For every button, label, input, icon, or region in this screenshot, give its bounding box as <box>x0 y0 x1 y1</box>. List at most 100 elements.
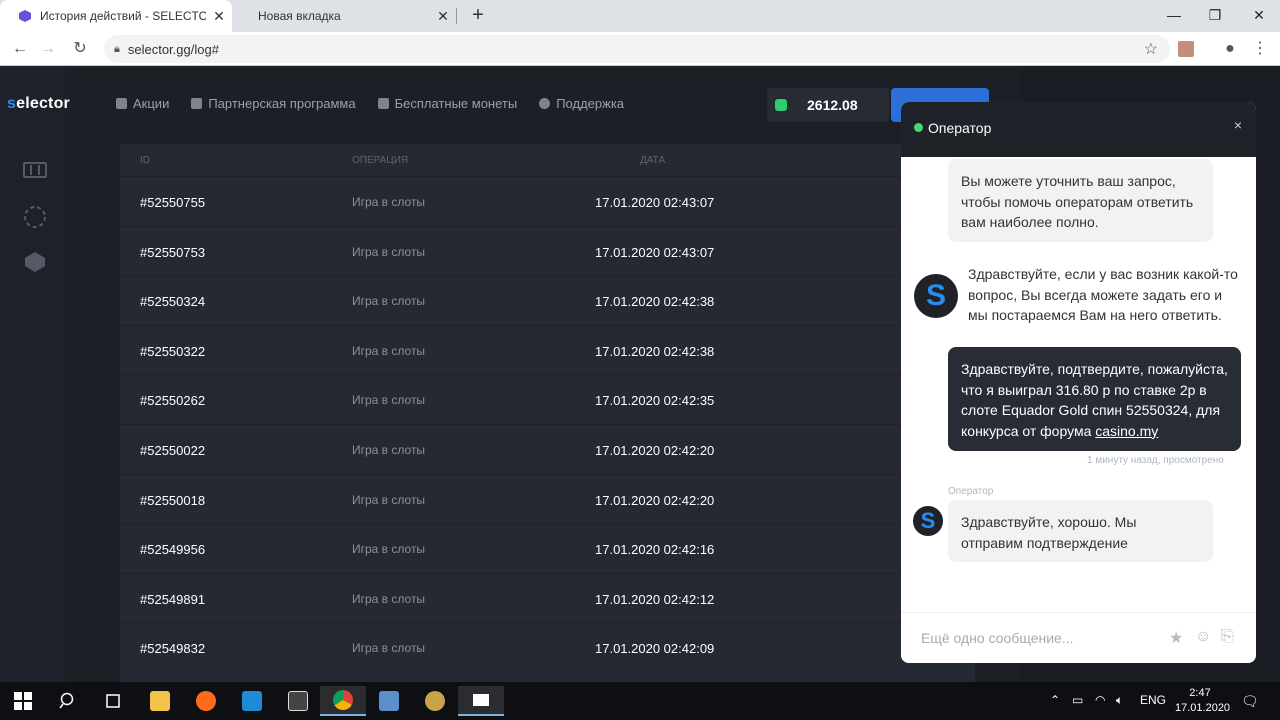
browser-toolbar: ← → ↻ 🔒︎ selector.gg/log# ☆ ● ⋮ <box>0 32 1280 66</box>
tab-divider <box>456 8 457 24</box>
menu-kebab-icon[interactable]: ⋮ <box>1250 39 1270 59</box>
maximize-icon[interactable]: ❐ <box>1192 0 1238 32</box>
tab-new[interactable]: Новая вкладка ✕ <box>232 0 456 32</box>
table-row[interactable]: #52549891 Игра в слоты 17.01.2020 02:42:12 <box>120 572 975 623</box>
bookmark-star-icon[interactable]: ☆ <box>1144 39 1158 59</box>
chat-header: Оператор × <box>901 102 1256 157</box>
photos-icon[interactable] <box>458 686 504 716</box>
partner-icon <box>191 98 203 109</box>
cell-date: 17.01.2020 02:42:20 <box>595 492 715 508</box>
nav-label: Партнерская программа <box>208 96 356 111</box>
emoji-icon[interactable]: ☺ <box>1195 628 1211 646</box>
window-close-icon[interactable]: ✕ <box>1236 0 1280 32</box>
tray-chevron-icon[interactable]: ⌃ <box>1050 693 1060 707</box>
table-row[interactable]: #52550022 Игра в слоты 17.01.2020 02:42:20 <box>120 423 975 474</box>
cell-id: #52550324 <box>140 294 206 310</box>
cell-op: Игра в слоты <box>352 442 426 457</box>
language-indicator[interactable]: ENG <box>1140 693 1166 707</box>
close-tab-icon[interactable]: ✕ <box>206 8 232 25</box>
profile-icon[interactable]: ● <box>1220 39 1240 59</box>
nav-free-coins[interactable]: Бесплатные монеты <box>377 96 517 111</box>
volume-icon[interactable]: 🔈︎ <box>1116 693 1123 708</box>
notifications-icon[interactable]: 🗨︎ <box>1241 693 1259 710</box>
minimize-icon[interactable]: — <box>1151 0 1197 32</box>
forward-icon[interactable]: → <box>36 37 60 61</box>
cell-id: #52550755 <box>140 195 206 210</box>
balance-display[interactable]: 2612.08 <box>767 88 889 122</box>
cell-date: 17.01.2020 02:42:09 <box>595 641 715 657</box>
tab-title: История действий - SELECTOR.G <box>40 9 206 23</box>
chrome-icon[interactable] <box>320 686 366 716</box>
support-chat: Оператор × Вы можете уточнить ваш запрос… <box>901 102 1256 663</box>
cell-date: 17.01.2020 02:43:07 <box>595 244 715 260</box>
balance-value: 2612.08 <box>807 97 858 113</box>
chat-input-placeholder[interactable]: Ещё одно сообщение... <box>921 630 1074 646</box>
clock[interactable]: 2:47 17.01.2020 <box>1175 686 1230 716</box>
clock-time: 2:47 <box>1189 687 1211 699</box>
cell-date: 17.01.2020 02:42:20 <box>595 442 715 458</box>
sidebar: selector <box>0 66 70 682</box>
online-status-icon <box>914 123 923 132</box>
back-icon[interactable]: ← <box>8 37 32 61</box>
logo-prefix: s <box>7 95 17 112</box>
chat-input-area[interactable]: Ещё одно сообщение... ★ ☺ ⎘ <box>901 612 1256 663</box>
power-icon[interactable]: ▭ <box>1072 693 1083 707</box>
firefox-icon[interactable] <box>183 686 229 716</box>
column-header-date: ДАТА <box>640 155 666 166</box>
file-explorer-icon[interactable] <box>137 686 183 716</box>
table-row[interactable]: #52550262 Игра в слоты 17.01.2020 02:42:35 <box>120 374 975 424</box>
table-row[interactable]: #52549956 Игра в слоты 17.01.2020 02:42:16 <box>120 523 975 573</box>
lock-icon: 🔒︎ <box>114 42 120 55</box>
cell-date: 17.01.2020 02:43:07 <box>595 195 715 210</box>
cell-id: #52550322 <box>140 343 206 359</box>
operator-avatar: S <box>914 274 958 318</box>
close-tab-icon[interactable]: ✕ <box>430 8 456 25</box>
table-row[interactable]: #52550018 Игра в слоты 17.01.2020 02:42:20 <box>120 473 975 524</box>
chat-close-icon[interactable]: × <box>1234 117 1242 133</box>
remote-desktop-icon[interactable] <box>366 686 412 716</box>
network-icon[interactable]: ◠ <box>1095 693 1105 707</box>
cell-id: #52550262 <box>140 393 206 409</box>
search-icon[interactable] <box>45 686 91 716</box>
extension-icon[interactable] <box>1178 41 1194 57</box>
address-bar[interactable]: 🔒︎ selector.gg/log# ☆ <box>104 35 1170 63</box>
cell-id: #52550018 <box>140 492 206 508</box>
nav-label: Акции <box>133 96 170 111</box>
slots-icon[interactable] <box>22 160 48 186</box>
vscode-icon[interactable] <box>229 686 275 716</box>
taskbar: ⌃ ▭ ◠ 🔈︎ ENG 2:47 17.01.2020 🗨︎ <box>0 682 1280 720</box>
table-row[interactable]: #52549832 Игра в слоты 17.01.2020 02:42:09 <box>120 622 975 672</box>
attach-icon[interactable]: ⎘ <box>1221 628 1234 646</box>
tab-history[interactable]: История действий - SELECTOR.G ✕ <box>0 0 232 32</box>
paint-icon[interactable] <box>412 686 458 716</box>
cell-op: Игра в слоты <box>352 542 426 557</box>
cube-icon[interactable] <box>22 250 48 276</box>
task-view-icon[interactable] <box>90 686 136 716</box>
nav-promotions[interactable]: Акции <box>116 96 169 111</box>
table-row[interactable]: #52550324 Игра в слоты 17.01.2020 02:42:38 <box>120 275 975 325</box>
nav-partner[interactable]: Партнерская программа <box>191 96 356 111</box>
logo[interactable]: selector <box>7 95 70 113</box>
rate-star-icon[interactable]: ★ <box>1169 628 1183 648</box>
cell-op: Игра в слоты <box>352 343 426 358</box>
table-row[interactable]: #52550322 Игра в слоты 17.01.2020 02:42:38 <box>120 324 975 375</box>
calculator-icon[interactable] <box>275 686 321 716</box>
tab-title: Новая вкладка <box>258 9 341 23</box>
support-icon <box>539 98 551 109</box>
operator-avatar-small: S <box>913 506 943 536</box>
table-header: ID ОПЕРАЦИЯ ДАТА <box>120 144 975 176</box>
column-header-operation: ОПЕРАЦИЯ <box>352 155 409 166</box>
cell-date: 17.01.2020 02:42:38 <box>595 343 715 359</box>
start-icon[interactable] <box>0 686 46 716</box>
coins-icon <box>775 99 787 111</box>
reload-icon[interactable]: ↻ <box>68 37 92 61</box>
user-message: Здравствуйте, подтвердите, пожалуйста, ч… <box>948 347 1241 451</box>
gift-icon <box>377 98 389 109</box>
new-tab-button[interactable]: + <box>466 4 490 28</box>
casino-link[interactable]: casino.my <box>1095 423 1158 439</box>
nav-support[interactable]: Поддержка <box>539 96 624 111</box>
roulette-icon[interactable] <box>22 205 48 231</box>
table-row[interactable]: #52550755 Игра в слоты 17.01.2020 02:43:07 <box>120 176 975 226</box>
table-row[interactable]: #52550753 Игра в слоты 17.01.2020 02:43:07 <box>120 225 975 276</box>
cell-op: Игра в слоты <box>352 591 426 606</box>
